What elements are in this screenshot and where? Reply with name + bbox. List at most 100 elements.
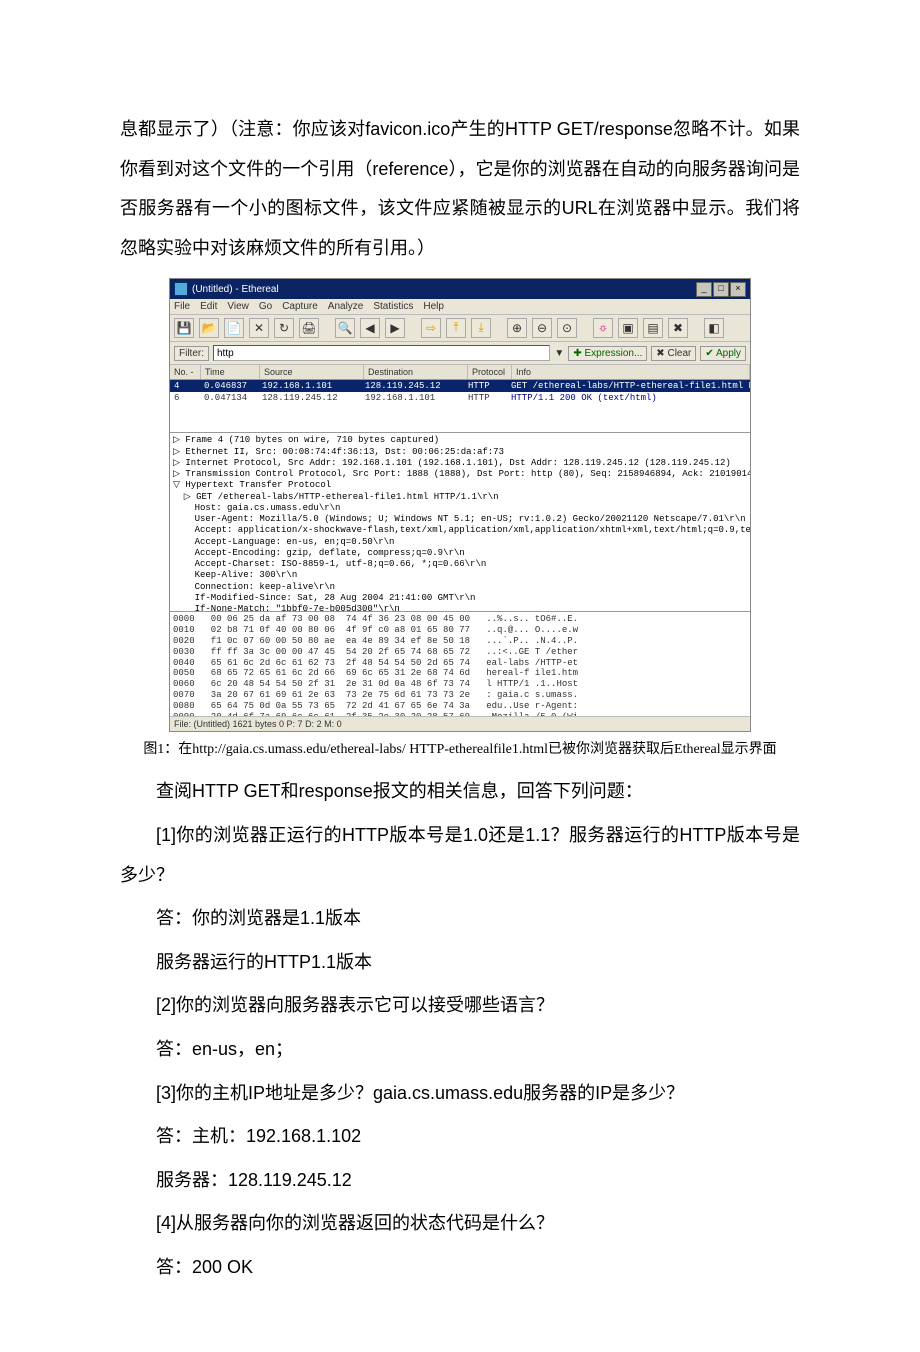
zoom-fit-icon[interactable]: ⊕ — [507, 318, 527, 338]
question-3: [3]你的主机IP地址是多少？gaia.cs.umass.edu服务器的IP是多… — [120, 1074, 800, 1114]
detail-line[interactable]: ▷ Ethernet II, Src: 00:08:74:4f:36:13, D… — [173, 447, 747, 458]
menu-bar: File Edit View Go Capture Analyze Statis… — [170, 299, 750, 315]
hex-line: 0060 6c 20 48 54 54 50 2f 31 2e 31 0d 0a… — [173, 679, 578, 689]
open-icon[interactable]: 📂 — [199, 318, 219, 338]
body-paragraph-1: 息都显示了）（注意：你应该对favicon.ico产生的HTTP GET/res… — [120, 110, 800, 268]
packet-row[interactable]: 4 0.046837 192.168.1.101 128.119.245.12 … — [170, 380, 750, 392]
menu-capture[interactable]: Capture — [282, 301, 318, 312]
hex-line: 0010 02 b8 71 0f 40 00 80 06 4f 9f c0 a8… — [173, 625, 578, 635]
cell-src: 192.168.1.101 — [258, 381, 361, 391]
expression-button[interactable]: ✚ Expression... — [568, 346, 647, 361]
col-destination[interactable]: Destination — [364, 365, 468, 379]
window-title: (Untitled) - Ethereal — [192, 284, 279, 295]
menu-analyze[interactable]: Analyze — [328, 301, 364, 312]
status-bar: File: (Untitled) 1621 bytes 0 P: 7 D: 2 … — [170, 716, 750, 731]
answer-1a: 答：你的浏览器是1.1版本 — [120, 899, 800, 939]
hex-line: 0070 3a 20 67 61 69 61 2e 63 73 2e 75 6d… — [173, 690, 578, 700]
back-icon[interactable]: ◀ — [360, 318, 380, 338]
capture-opt-icon[interactable]: ☼ — [593, 318, 613, 338]
cell-proto: HTTP — [464, 393, 507, 403]
hex-line: 0050 68 65 72 65 61 6c 2d 66 69 6c 65 31… — [173, 668, 578, 678]
col-source[interactable]: Source — [260, 365, 364, 379]
figure-caption: 图1：在http://gaia.cs.umass.edu/ethereal-la… — [120, 738, 800, 758]
menu-help[interactable]: Help — [423, 301, 444, 312]
toolbar: 💾 📂 📄 ✕ ↻ 🖨 🔍 ◀ ▶ ⇨ ⤒ ⤓ ⊕ ⊖ ⊙ ☼ ▣ ▤ ✖ ◧ — [170, 315, 750, 342]
minimize-button[interactable]: _ — [696, 282, 712, 297]
maximize-button[interactable]: □ — [713, 282, 729, 297]
window-titlebar: (Untitled) - Ethereal _ □ × — [170, 279, 750, 299]
cell-no: 6 — [170, 393, 200, 403]
detail-line: Connection: keep-alive\r\n — [173, 582, 747, 593]
close-button[interactable]: × — [730, 282, 746, 297]
menu-edit[interactable]: Edit — [200, 301, 217, 312]
cell-dst: 128.119.245.12 — [361, 381, 464, 391]
stop-icon[interactable]: ✖ — [668, 318, 688, 338]
goto-icon[interactable]: ⇨ — [421, 318, 441, 338]
cell-no: 4 — [170, 381, 200, 391]
packet-details[interactable]: ▷ Frame 4 (710 bytes on wire, 710 bytes … — [170, 432, 750, 611]
top-icon[interactable]: ⤒ — [446, 318, 466, 338]
cell-proto: HTTP — [464, 381, 507, 391]
packet-row[interactable]: 6 0.047134 128.119.245.12 192.168.1.101 … — [170, 392, 750, 404]
col-no[interactable]: No. - — [170, 365, 201, 379]
app-icon — [174, 282, 188, 296]
toolbar-sep — [496, 318, 502, 338]
hex-dump[interactable]: 0000 00 06 25 da af 73 00 08 74 4f 36 23… — [170, 611, 750, 716]
col-info[interactable]: Info — [512, 365, 750, 379]
detail-line: User-Agent: Mozilla/5.0 (Windows; U; Win… — [173, 514, 747, 525]
detail-line[interactable]: ▷ Internet Protocol, Src Addr: 192.168.1… — [173, 458, 747, 469]
capture-start-icon[interactable]: ▣ — [618, 318, 638, 338]
detail-line[interactable]: ▷ Frame 4 (710 bytes on wire, 710 bytes … — [173, 435, 747, 446]
filter-dropdown-icon[interactable]: ▼ — [554, 348, 564, 359]
cell-info: HTTP/1.1 200 OK (text/html) — [507, 393, 750, 403]
filter-label[interactable]: Filter: — [174, 346, 209, 361]
detail-line[interactable]: ▽ Hypertext Transfer Protocol — [173, 480, 747, 491]
detail-line[interactable]: ▷ Transmission Control Protocol, Src Por… — [173, 469, 747, 480]
detail-line: Accept-Encoding: gzip, deflate, compress… — [173, 548, 747, 559]
packet-list[interactable]: 4 0.046837 192.168.1.101 128.119.245.12 … — [170, 380, 750, 432]
detail-line: Accept: application/x-shockwave-flash,te… — [173, 525, 747, 536]
detail-line: Accept-Charset: ISO-8859-1, utf-8;q=0.66… — [173, 559, 747, 570]
menu-go[interactable]: Go — [259, 301, 272, 312]
answer-2: 答：en-us，en； — [120, 1030, 800, 1070]
save-icon[interactable]: 💾 — [174, 318, 194, 338]
answer-3a: 答：主机：192.168.1.102 — [120, 1117, 800, 1157]
detail-line[interactable]: ▷ GET /ethereal-labs/HTTP-ethereal-file1… — [173, 492, 747, 503]
apply-button[interactable]: ✔ Apply — [700, 346, 746, 361]
toolbar-sep — [582, 318, 588, 338]
filter-input[interactable] — [213, 345, 550, 361]
zoom-one-icon[interactable]: ⊙ — [557, 318, 577, 338]
close-icon[interactable]: 📄 — [224, 318, 244, 338]
bottom-icon[interactable]: ⤓ — [471, 318, 491, 338]
ethereal-screenshot: (Untitled) - Ethereal _ □ × File Edit Vi… — [169, 278, 751, 732]
col-time[interactable]: Time — [201, 365, 260, 379]
color-icon[interactable]: ◧ — [704, 318, 724, 338]
question-1: [1]你的浏览器正运行的HTTP版本号是1.0还是1.1？服务器运行的HTTP版… — [120, 816, 800, 895]
cell-time: 0.046837 — [200, 381, 258, 391]
clear-button[interactable]: ✖ Clear — [651, 346, 696, 361]
answer-4: 答：200 OK — [120, 1248, 800, 1288]
cell-info: GET /ethereal-labs/HTTP-ethereal-file1.h… — [507, 381, 750, 391]
delete-icon[interactable]: ✕ — [249, 318, 269, 338]
print-icon[interactable]: 🖨 — [299, 318, 319, 338]
answer-1b: 服务器运行的HTTP1.1版本 — [120, 943, 800, 983]
answer-3b: 服务器：128.119.245.12 — [120, 1161, 800, 1201]
reload-icon[interactable]: ↻ — [274, 318, 294, 338]
question-4: [4]从服务器向你的浏览器返回的状态代码是什么？ — [120, 1204, 800, 1244]
find-icon[interactable]: 🔍 — [335, 318, 355, 338]
detail-line: Keep-Alive: 300\r\n — [173, 570, 747, 581]
detail-line: If-None-Match: "1bbf0-7e-b005d300"\r\n — [173, 604, 747, 611]
protocol-icon[interactable]: ▤ — [643, 318, 663, 338]
forward-icon[interactable]: ▶ — [385, 318, 405, 338]
hex-line: 0020 f1 0c 07 60 00 50 80 ae ea 4e 89 34… — [173, 636, 578, 646]
menu-statistics[interactable]: Statistics — [373, 301, 413, 312]
hex-line: 0080 65 64 75 0d 0a 55 73 65 72 2d 41 67… — [173, 701, 578, 711]
menu-file[interactable]: File — [174, 301, 190, 312]
menu-view[interactable]: View — [227, 301, 249, 312]
zoom-in-icon[interactable]: ⊖ — [532, 318, 552, 338]
detail-line: Accept-Language: en-us, en;q=0.50\r\n — [173, 537, 747, 548]
col-protocol[interactable]: Protocol — [468, 365, 512, 379]
packet-list-header: No. - Time Source Destination Protocol I… — [170, 365, 750, 380]
cell-dst: 192.168.1.101 — [361, 393, 464, 403]
toolbar-sep — [693, 318, 699, 338]
